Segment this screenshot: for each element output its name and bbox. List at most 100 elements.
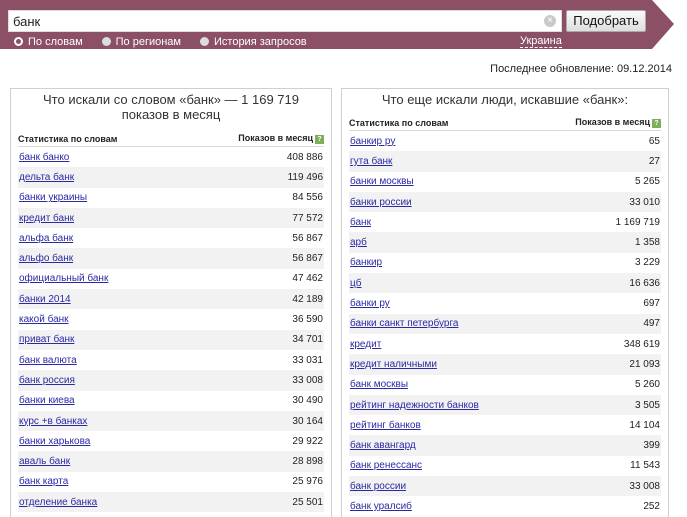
keyword-link[interactable]: рейтинг надежности банков xyxy=(350,400,479,411)
table-row: отделение банка 25 501 xyxy=(18,492,324,513)
keyword-link[interactable]: банк ренессанс xyxy=(350,460,422,471)
table-row: банк карта 25 976 xyxy=(18,472,324,492)
keyword-link[interactable]: банк валюта xyxy=(19,355,77,366)
impressions-count: 5 260 xyxy=(634,379,660,391)
table-row: арб 1 358 xyxy=(349,232,661,253)
column-count-header: Показов в месяц? xyxy=(238,133,324,144)
table-row: кредит 348 619 xyxy=(349,334,661,354)
keyword-link[interactable]: арб xyxy=(350,237,367,248)
keyword-link[interactable]: банки харькова xyxy=(19,436,90,447)
keyword-link[interactable]: кредит банк xyxy=(19,213,74,224)
keyword-link[interactable]: дельта банк xyxy=(19,172,74,183)
search-box[interactable]: × xyxy=(8,10,562,32)
impressions-count: 47 462 xyxy=(292,273,323,285)
keyword-link[interactable]: альфа банк xyxy=(19,233,73,244)
impressions-count: 1 169 719 xyxy=(615,216,661,228)
keyword-link[interactable]: рейтинг банков xyxy=(350,420,421,431)
radio-selected-icon[interactable] xyxy=(14,37,23,46)
table-row: цб 16 636 xyxy=(349,273,661,294)
keyword-link[interactable]: банкир xyxy=(350,257,382,268)
impressions-count: 5 265 xyxy=(634,176,660,188)
table-row: банк ренессанс 11 543 xyxy=(349,456,661,476)
keyword-link[interactable]: банки киева xyxy=(19,395,75,406)
last-update: Последнее обновление: 09.12.2014 xyxy=(490,63,672,75)
radio-unselected-icon[interactable] xyxy=(200,37,209,46)
keyword-link[interactable]: банки ру xyxy=(350,298,390,309)
mode-by-words[interactable]: По словам xyxy=(14,35,83,48)
mode-history[interactable]: История запросов xyxy=(200,35,307,48)
table-row: банки харькова 29 922 xyxy=(18,431,324,451)
impressions-count: 30 490 xyxy=(292,395,323,407)
help-icon[interactable]: ? xyxy=(652,118,661,128)
keyword-link[interactable]: банк москвы xyxy=(350,379,408,390)
impressions-count: 25 501 xyxy=(292,496,323,508)
keyword-link[interactable]: кредит xyxy=(350,339,381,350)
keyword-link[interactable]: какой банк xyxy=(19,314,69,325)
column-count-header: Показов в месяц? xyxy=(575,117,661,128)
table-row: аваль банк 28 898 xyxy=(18,451,324,472)
keyword-link[interactable]: банки украины xyxy=(19,192,87,203)
impressions-count: 348 619 xyxy=(623,338,660,350)
keyword-link[interactable]: отделение банка xyxy=(19,497,97,508)
keyword-link[interactable]: приват банк xyxy=(19,334,74,345)
impressions-count: 33 031 xyxy=(292,354,323,366)
keyword-link[interactable]: банки россии xyxy=(350,197,412,208)
help-icon[interactable]: ? xyxy=(315,134,324,144)
clear-icon[interactable]: × xyxy=(544,15,556,27)
impressions-count: 27 xyxy=(648,155,660,167)
keyword-link[interactable]: официальный банк xyxy=(19,273,108,284)
column-phrase-header: Статистика по словам xyxy=(18,133,118,144)
table-row: банк 1 169 719 xyxy=(349,212,661,232)
keyword-link[interactable]: банки москвы xyxy=(350,176,414,187)
table-row: альфо банк 56 867 xyxy=(18,248,324,269)
impressions-count: 497 xyxy=(643,318,660,330)
table-row: банки санкт петербурга 497 xyxy=(349,313,661,334)
impressions-count: 30 164 xyxy=(292,415,323,427)
table-row: банкир ру 65 xyxy=(349,131,661,151)
related-list: банкир ру 65 гута банк 27 банки москвы 5 265 б… xyxy=(349,131,661,517)
keyword-list: банк банко 408 886 дельта банк 119 496 банки… xyxy=(18,147,324,513)
keyword-link[interactable]: гута банк xyxy=(350,156,392,167)
keyword-link[interactable]: цб xyxy=(350,278,361,289)
impressions-count: 56 867 xyxy=(292,232,323,244)
region-selector[interactable]: Украина xyxy=(520,35,562,48)
table-row: банки 2014 42 189 xyxy=(18,289,324,310)
impressions-count: 56 867 xyxy=(292,253,323,265)
impressions-count: 252 xyxy=(643,500,660,512)
keyword-link[interactable]: банки 2014 xyxy=(19,294,71,305)
table-row: банк уралсиб 252 xyxy=(349,496,661,516)
keyword-link[interactable]: банк авангард xyxy=(350,440,416,451)
column-header: Статистика по словам Показов в месяц? xyxy=(18,131,324,147)
keyword-link[interactable]: банк банко xyxy=(19,152,69,163)
table-row: банк банко 408 886 xyxy=(18,147,324,167)
radio-unselected-icon[interactable] xyxy=(101,37,111,46)
search-input[interactable] xyxy=(13,12,533,30)
table-row: банк россия 33 008 xyxy=(18,370,324,391)
keyword-link[interactable]: банк россии xyxy=(350,481,406,492)
table-row: банки ру 697 xyxy=(349,293,661,313)
table-row: приват банк 34 701 xyxy=(18,329,324,350)
mode-label: По регионам xyxy=(115,35,181,48)
keyword-link[interactable]: альфо банк xyxy=(19,253,73,264)
table-row: банки россии 33 010 xyxy=(349,191,661,213)
table-row: банки украины 84 556 xyxy=(18,188,324,208)
keyword-link[interactable]: аваль банк xyxy=(19,456,70,467)
impressions-count: 28 898 xyxy=(292,456,323,468)
submit-button[interactable]: Подобрать xyxy=(566,10,646,32)
table-row: банки киева 30 490 xyxy=(18,391,324,411)
keyword-link[interactable]: кредит наличными xyxy=(350,359,437,370)
table-row: официальный банк 47 462 xyxy=(18,269,324,289)
table-row: кредит наличными 21 093 xyxy=(349,354,661,375)
keyword-link[interactable]: банк карта xyxy=(19,476,68,487)
keyword-link[interactable]: курс +в банках xyxy=(19,416,87,427)
keyword-link[interactable]: банк россия xyxy=(19,375,75,386)
impressions-count: 21 093 xyxy=(629,358,660,370)
keyword-link[interactable]: банк уралсиб xyxy=(350,501,412,512)
table-row: кредит банк 77 572 xyxy=(18,207,324,229)
table-row: рейтинг банков 14 104 xyxy=(349,415,661,435)
keyword-link[interactable]: банкир ру xyxy=(350,136,395,147)
keyword-link[interactable]: банк xyxy=(350,217,371,228)
mode-by-regions[interactable]: По регионам xyxy=(101,35,181,48)
keyword-link[interactable]: банки санкт петербурга xyxy=(350,318,458,329)
table-row: курс +в банках 30 164 xyxy=(18,410,324,432)
